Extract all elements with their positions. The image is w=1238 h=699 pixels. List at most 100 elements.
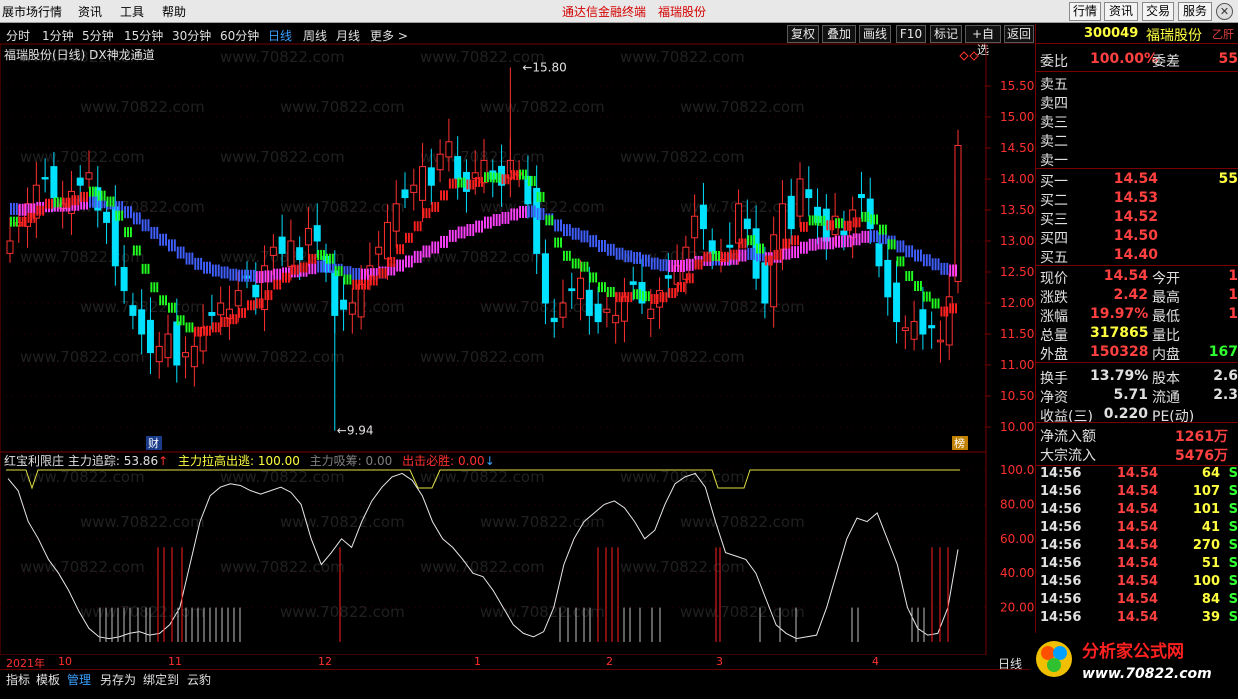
channel-band — [498, 213, 501, 226]
period-tab-more[interactable]: 更多 > — [370, 27, 408, 44]
period-tab[interactable]: 5分钟 — [82, 27, 114, 44]
candle-body — [383, 221, 391, 260]
trend-band — [568, 250, 571, 261]
draw-button[interactable]: 画线 — [859, 25, 891, 43]
trend-band — [229, 314, 232, 325]
channel-band — [530, 205, 533, 218]
trend-band — [226, 317, 229, 328]
channel-band — [568, 224, 571, 237]
add-watchlist-button[interactable]: +自选 — [965, 25, 1001, 57]
period-tab[interactable]: 月线 — [336, 27, 360, 44]
trend-band — [364, 279, 366, 290]
label: 卖五 — [1040, 77, 1068, 93]
trend-band — [375, 275, 378, 286]
period-tab[interactable]: 30分钟 — [172, 27, 211, 44]
trend-band — [48, 198, 50, 209]
trend-band — [715, 250, 718, 261]
channel-band — [685, 258, 688, 271]
channel-band — [144, 219, 147, 232]
candle-body — [603, 308, 611, 313]
tick-time: 14:56 — [1040, 520, 1082, 535]
period-tab[interactable]: 1分钟 — [42, 27, 74, 44]
trend-band — [911, 271, 914, 282]
trend-band — [729, 249, 732, 260]
trend-band — [185, 322, 188, 333]
period-tab[interactable]: 15分钟 — [124, 27, 163, 44]
save-as-tab[interactable]: 另存为 — [100, 671, 136, 688]
mark-button[interactable]: 标记 — [930, 25, 962, 43]
trade-button[interactable]: 交易 — [1142, 2, 1174, 21]
overlay-button[interactable]: 叠加 — [822, 25, 856, 43]
trend-band — [723, 251, 726, 262]
manage-tab[interactable]: 管理 — [67, 671, 91, 688]
quote-button[interactable]: 行情 — [1069, 2, 1101, 21]
period-tab-daily[interactable]: 日线 — [268, 27, 292, 44]
label: 买二 — [1040, 193, 1068, 209]
trend-band — [580, 261, 583, 272]
trend-band — [80, 191, 83, 202]
channel-band — [396, 259, 399, 272]
channel-band — [750, 247, 753, 260]
buy-level-row: 买四 14.50 — [1036, 228, 1238, 247]
channel-band — [577, 227, 580, 240]
channel-band — [896, 240, 899, 253]
f10-button[interactable]: F10 — [896, 25, 926, 43]
label: 委比 — [1040, 54, 1068, 70]
watermark-text: www.70822.com — [20, 558, 145, 576]
menu-tools[interactable]: 工具 — [120, 3, 144, 20]
channel-band — [814, 238, 817, 251]
channel-band — [147, 219, 150, 232]
stat-row: 现价 14.54 今开 1 — [1036, 268, 1238, 287]
channel-band — [639, 251, 641, 264]
label: 外盘 — [1040, 347, 1068, 363]
trend-band — [457, 177, 460, 188]
trend-band — [551, 215, 554, 226]
trend-band — [732, 249, 735, 260]
trend-band — [18, 216, 21, 227]
sell-level-row: 卖四 — [1036, 93, 1238, 112]
back-button[interactable]: 返回 — [1004, 25, 1034, 43]
value: 19.97% — [1090, 306, 1149, 322]
price-tick-label: 12.50 — [1000, 265, 1034, 279]
watermark-text: www.70822.com — [20, 148, 145, 166]
cloud-tab[interactable]: 云豹 — [187, 671, 211, 688]
trend-band — [659, 292, 662, 303]
tick-side: S — [1228, 466, 1238, 481]
period-tab[interactable]: 分时 — [6, 27, 30, 44]
trend-band — [217, 322, 220, 333]
trend-band — [343, 274, 346, 285]
channel-band — [469, 224, 472, 237]
fuquan-button[interactable]: 复权 — [787, 25, 819, 43]
candle-body — [313, 225, 321, 242]
candle-body — [76, 177, 84, 186]
service-button[interactable]: 服务 — [1178, 2, 1212, 21]
trend-band — [109, 196, 112, 207]
menu-market[interactable]: 展市场行情 — [2, 3, 62, 20]
trend-band — [197, 326, 200, 337]
diamond-icon — [959, 51, 969, 61]
period-tab[interactable]: 周线 — [303, 27, 327, 44]
channel-band — [495, 213, 498, 226]
trend-band — [735, 249, 738, 260]
tick-row: 14:56 14.54 64 S — [1036, 466, 1238, 485]
trend-band — [603, 282, 606, 293]
bind-to-tab[interactable]: 绑定到 — [143, 671, 179, 688]
template-tab[interactable]: 模板 — [36, 671, 60, 688]
indicator-chart[interactable]: 100.0 80.00 60.00 40.00 20.00 www.70822.com ww… — [0, 452, 1034, 655]
label: 委差 — [1152, 54, 1180, 70]
channel-band — [627, 250, 630, 263]
date-label: 1 — [474, 655, 481, 668]
menu-news[interactable]: 资讯 — [78, 3, 102, 20]
news-button[interactable]: 资讯 — [1104, 2, 1138, 21]
kline-chart[interactable]: 15.50 15.00 14.50 14.00 13.50 13.00 12.50 12.00… — [0, 44, 1034, 452]
indicator-tab[interactable]: 指标 — [6, 671, 30, 688]
close-icon[interactable]: ✕ — [1216, 3, 1233, 20]
finance-badge-text: 财 — [148, 436, 159, 450]
value: 150328 — [1090, 344, 1149, 360]
menu-help[interactable]: 帮助 — [162, 3, 186, 20]
period-tab[interactable]: 60分钟 — [220, 27, 259, 44]
value: 2.3 — [1213, 387, 1238, 403]
channel-band — [829, 237, 832, 250]
trend-band — [931, 298, 934, 309]
channel-band — [252, 269, 255, 282]
